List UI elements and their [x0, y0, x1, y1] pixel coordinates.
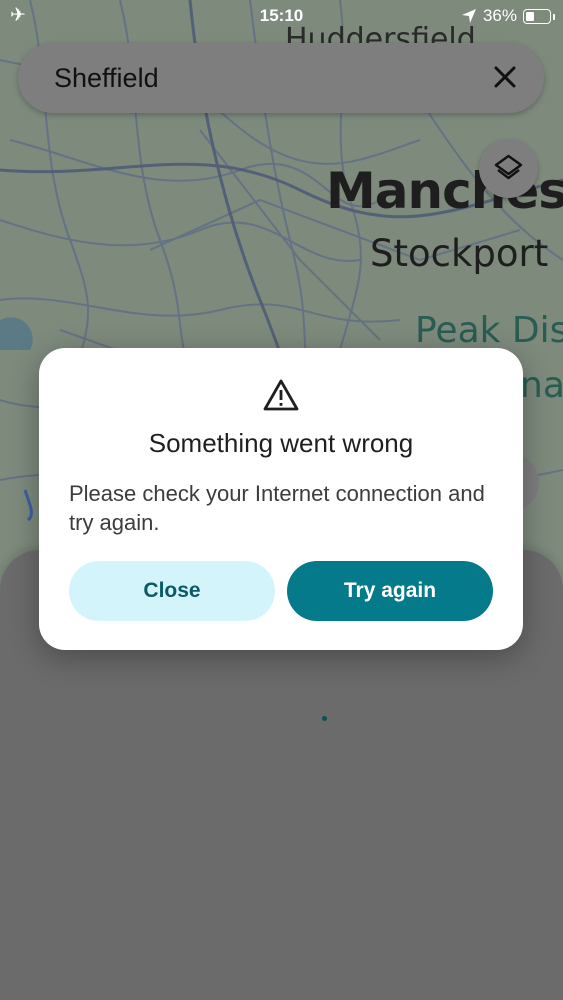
search-bar[interactable]: Sheffield — [18, 43, 544, 113]
close-icon[interactable] — [488, 60, 522, 94]
warning-icon — [263, 379, 299, 411]
map-label-national-park: nal — [520, 365, 563, 406]
map-label-stockport: Stockport — [370, 232, 549, 275]
battery-percent: 36% — [482, 6, 517, 25]
layers-icon — [494, 154, 523, 180]
loading-dot — [322, 716, 327, 721]
dialog-message: Please check your Internet connection an… — [69, 481, 485, 535]
search-input[interactable]: Sheffield — [54, 63, 159, 94]
battery-icon — [523, 8, 555, 24]
status-bar: ✈ 15:10 36% — [0, 0, 563, 32]
try-again-button[interactable]: Try again — [287, 561, 493, 621]
map-label-peak-district: Peak Dis — [415, 310, 563, 351]
battery-level — [526, 11, 534, 21]
dialog-title: Something went wrong — [148, 428, 414, 458]
close-button[interactable]: Close — [69, 561, 275, 621]
location-arrow-icon — [461, 9, 476, 23]
error-dialog: Something went wrong Please check your I… — [39, 348, 523, 650]
layers-button[interactable] — [479, 139, 538, 198]
